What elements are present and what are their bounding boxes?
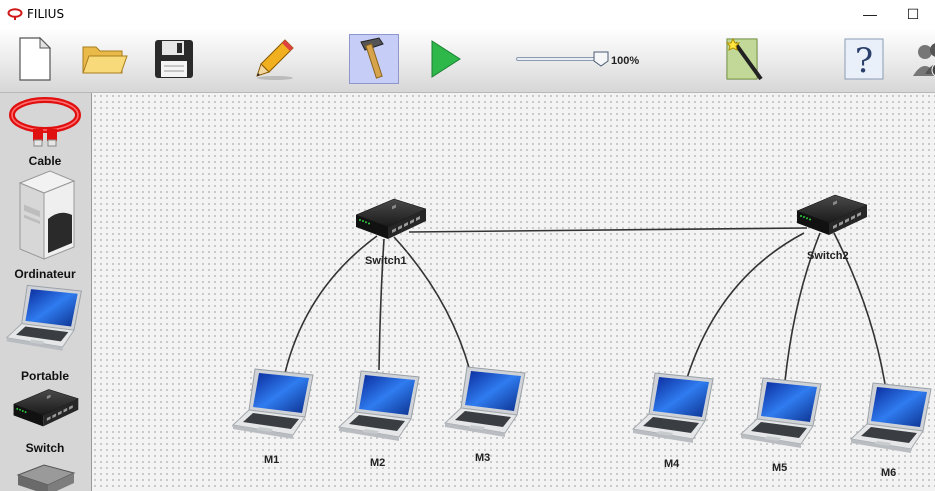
help-button[interactable]: ? <box>839 34 889 84</box>
design-pencil-icon <box>256 39 294 80</box>
laptop-node-m6[interactable] <box>847 379 935 459</box>
build-hammer-icon <box>360 37 384 79</box>
save-floppy-icon <box>155 40 193 78</box>
laptop-label: M4 <box>664 458 680 470</box>
switch-label: Switch2 <box>807 250 849 262</box>
wizard-magic-wand-icon <box>725 37 763 81</box>
zoom-slider-handle[interactable] <box>593 51 609 67</box>
laptop-icon <box>3 281 87 357</box>
router-icon <box>16 464 76 491</box>
zoom-slider[interactable] <box>516 57 604 61</box>
link-switch1-switch2[interactable] <box>408 227 808 233</box>
cable-icon <box>9 97 81 147</box>
filius-logo-icon <box>7 8 23 20</box>
computer-tower-icon <box>18 170 76 260</box>
laptop-node-m1[interactable] <box>229 365 319 445</box>
laptop-label: M1 <box>264 454 280 466</box>
network-canvas[interactable]: Switch1 Switch2 M1 M2 M3 M4 M5 M6 <box>92 93 935 491</box>
link-switch1-m1[interactable] <box>284 235 378 374</box>
svg-text:?: ? <box>855 41 873 81</box>
laptop-label: M3 <box>475 452 491 464</box>
open-file-button[interactable] <box>79 34 129 84</box>
info-users-icon <box>913 43 935 77</box>
palette-item-cable[interactable]: Cable <box>0 95 90 168</box>
save-button[interactable] <box>149 34 199 84</box>
new-file-button[interactable] <box>9 34 59 84</box>
maximize-button[interactable]: ☐ <box>893 2 933 26</box>
new-document-icon <box>19 36 52 81</box>
laptop-label: M6 <box>881 467 897 479</box>
palette-item-router[interactable] <box>0 461 90 491</box>
laptop-node-m5[interactable] <box>737 374 827 454</box>
toolbar: 100% ? <box>0 28 935 93</box>
laptop-label: M5 <box>772 462 788 474</box>
switch-node-switch1[interactable] <box>350 193 430 243</box>
laptop-label: M2 <box>370 457 386 469</box>
open-folder-icon <box>82 46 128 74</box>
window-title: FILIUS <box>27 7 65 21</box>
wizard-button[interactable] <box>719 34 769 84</box>
laptop-node-m4[interactable] <box>629 369 719 449</box>
minimize-button[interactable]: — <box>850 2 890 26</box>
design-mode-button[interactable] <box>249 34 299 84</box>
run-simulation-button[interactable] <box>419 34 469 84</box>
palette-item-switch[interactable]: Switch <box>0 383 90 455</box>
switch-icon <box>8 383 82 431</box>
help-question-icon: ? <box>844 38 884 81</box>
palette-label-switch: Switch <box>25 441 65 455</box>
build-mode-button[interactable] <box>349 34 399 84</box>
component-palette: Cable Ordinateur Portable Switch <box>0 93 92 491</box>
switch-node-switch2[interactable] <box>791 189 871 239</box>
laptop-node-m3[interactable] <box>441 363 531 443</box>
title-bar: FILIUS — ☐ <box>0 0 935 28</box>
laptop-node-m2[interactable] <box>335 367 425 447</box>
link-switch2-m4[interactable] <box>686 232 805 379</box>
run-play-icon <box>431 40 461 78</box>
zoom-level: 100% <box>611 55 640 67</box>
switch-label: Switch1 <box>365 255 407 267</box>
palette-label-cable: Cable <box>28 154 62 168</box>
palette-item-computer[interactable]: Ordinateur <box>0 169 90 281</box>
palette-label-laptop: Portable <box>20 369 69 383</box>
palette-item-laptop[interactable]: Portable <box>0 281 90 383</box>
palette-label-computer: Ordinateur <box>14 267 76 281</box>
info-button[interactable] <box>906 34 935 84</box>
